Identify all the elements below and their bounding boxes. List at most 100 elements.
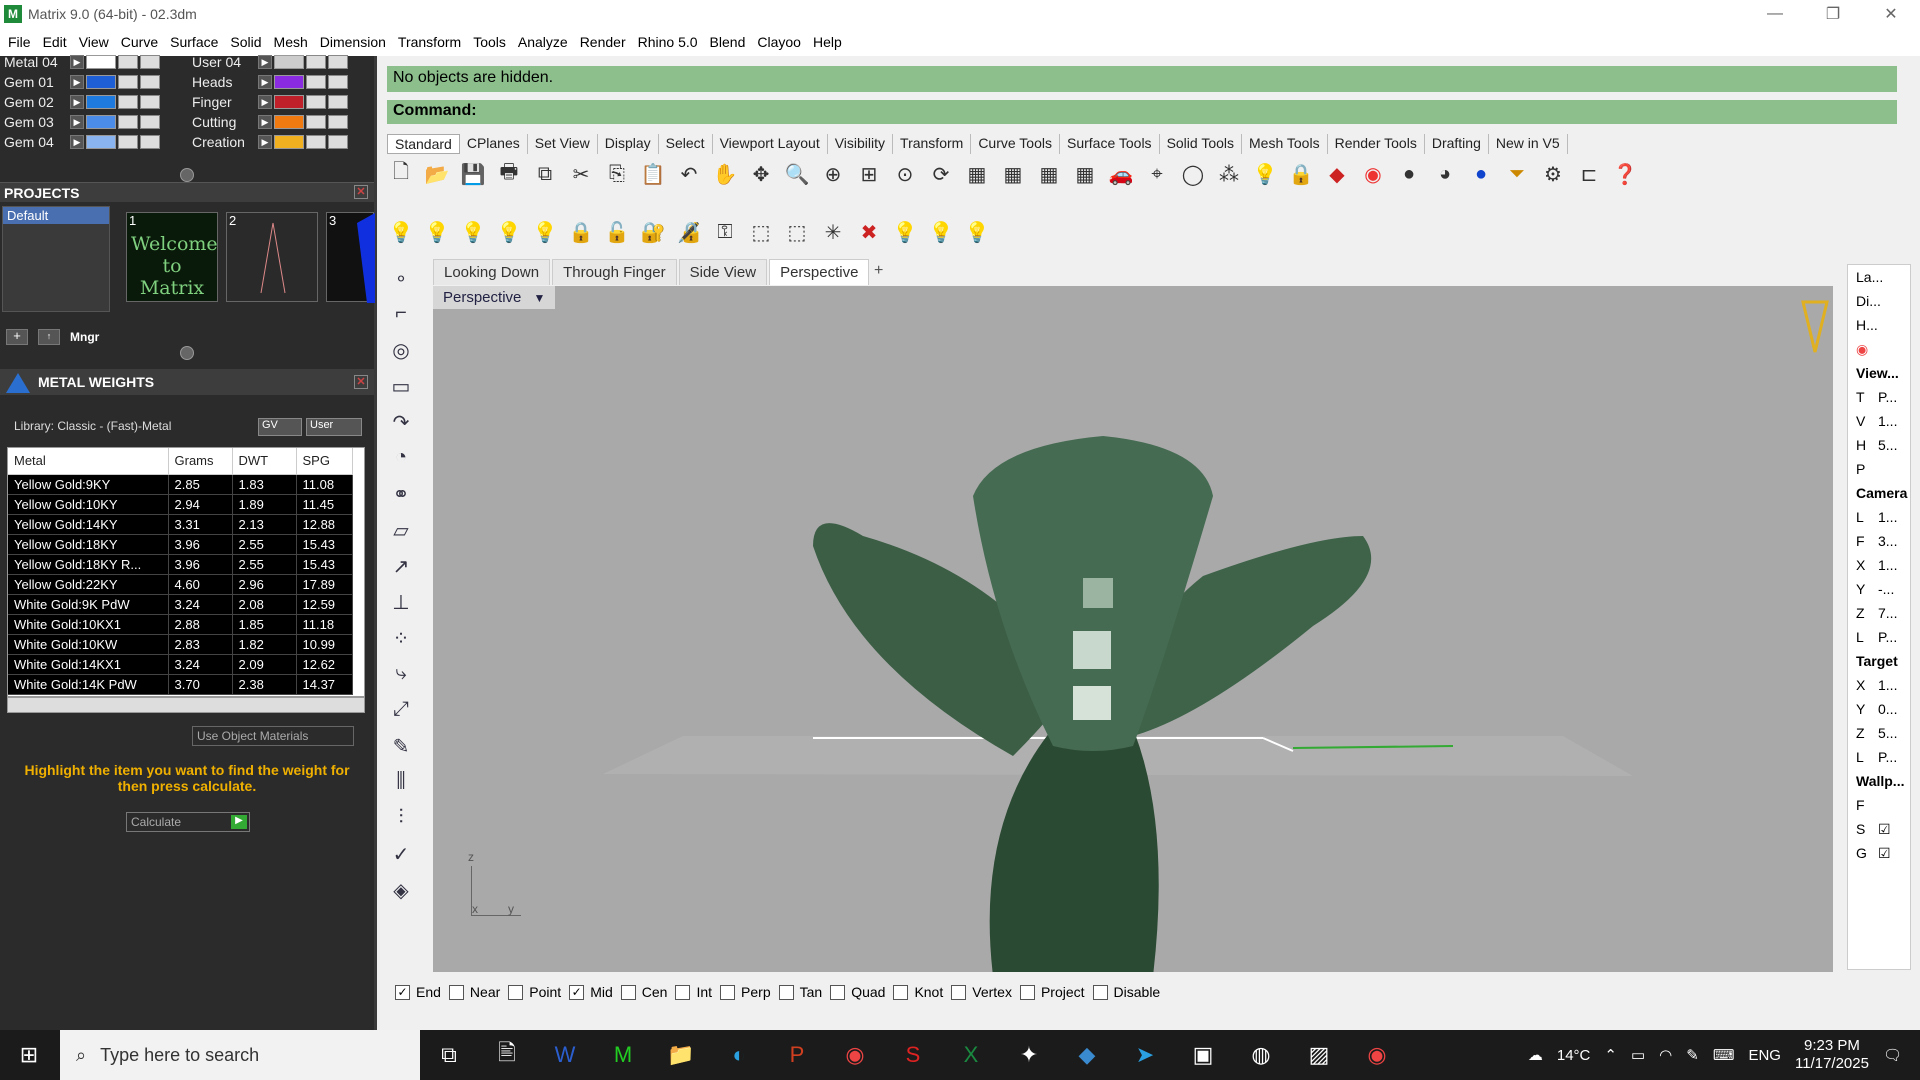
layer-color-swatch[interactable]	[274, 114, 304, 129]
table-cell[interactable]: 3.31	[168, 514, 233, 535]
print-icon[interactable]: 🖶	[495, 160, 523, 188]
menu-analyze[interactable]: Analyze	[512, 34, 574, 50]
osnap-checkbox[interactable]: ✓	[569, 984, 585, 1000]
upload-project-button[interactable]: ↑	[38, 329, 60, 345]
command-prompt[interactable]: Command:	[387, 100, 1897, 124]
layer-color-swatch[interactable]	[274, 74, 304, 89]
app-files-icon[interactable]: 🖹	[478, 1036, 536, 1074]
copy-doc-icon[interactable]: ⧉	[531, 160, 559, 188]
layer-lock-icon[interactable]	[306, 114, 326, 129]
table-cell[interactable]: 2.83	[168, 634, 233, 655]
chevron-up-icon[interactable]: ⌃	[1604, 1046, 1617, 1064]
menu-help[interactable]: Help	[807, 34, 848, 50]
table-row[interactable]: Yellow Gold:14KY 3.31 2.13 12.88	[8, 514, 353, 535]
table-cell[interactable]: 11.18	[296, 614, 353, 635]
osnap-checkbox[interactable]	[1092, 984, 1108, 1000]
layer-expand-icon[interactable]: ▶	[70, 134, 84, 149]
table-cell[interactable]: 17.89	[296, 574, 353, 595]
layer-color-swatch[interactable]	[274, 54, 304, 69]
add-viewport-icon[interactable]: +	[874, 262, 883, 280]
toolbar-tab[interactable]: New in V5	[1489, 134, 1568, 154]
project-thumb-3[interactable]: 3	[326, 212, 375, 303]
temperature[interactable]: 14°C	[1557, 1047, 1591, 1064]
menu-view[interactable]: View	[73, 34, 115, 50]
dimension-tool-icon[interactable]: ⊥	[392, 590, 409, 618]
prop-value[interactable]: ☑	[1878, 821, 1891, 838]
layer-row[interactable]: Gem 04 ▶	[4, 132, 162, 151]
toolbar-tab[interactable]: Mesh Tools	[1242, 134, 1328, 154]
app-globe-icon[interactable]: ◍	[1232, 1042, 1290, 1068]
table-cell[interactable]: 3.24	[168, 594, 233, 615]
table-cell[interactable]: 2.55	[232, 534, 297, 555]
table-cell[interactable]: 14.37	[296, 674, 353, 695]
clock[interactable]: 9:23 PM 11/17/2025	[1795, 1037, 1869, 1073]
prop-value[interactable]: P...	[1878, 749, 1897, 765]
layer-color-swatch[interactable]	[86, 94, 116, 109]
delete-hidden-icon[interactable]: ✖	[855, 218, 883, 246]
table-cell[interactable]: 1.89	[232, 494, 297, 515]
zoom-icon[interactable]: 🔍	[783, 160, 811, 188]
toolbar-tab[interactable]: Viewport Layout	[713, 134, 828, 154]
layer-name[interactable]: Cutting	[192, 114, 258, 130]
layer-visibility-icon[interactable]	[140, 134, 160, 149]
layer-name[interactable]: Gem 04	[4, 134, 70, 150]
menu-dimension[interactable]: Dimension	[314, 34, 392, 50]
viewport-tab[interactable]: Side View	[678, 259, 768, 285]
file-explorer-icon[interactable]: 📁	[652, 1042, 710, 1068]
layer-row[interactable]: Gem 03 ▶	[4, 112, 162, 131]
table-cell[interactable]: 11.45	[296, 494, 353, 515]
blue-sphere-icon[interactable]: ●	[1467, 160, 1495, 188]
projects-close-button[interactable]: ✕	[354, 185, 368, 199]
layer-expand-icon[interactable]: ▶	[70, 54, 84, 69]
paste-icon[interactable]: 📋	[639, 160, 667, 188]
prop-value[interactable]: 5...	[1878, 437, 1897, 453]
excel-icon[interactable]: X	[942, 1042, 1000, 1068]
calculate-button[interactable]: Calculate ▶	[126, 812, 250, 832]
select-icon[interactable]: ⌖	[1143, 160, 1171, 188]
table-cell[interactable]: Yellow Gold:18KY	[8, 534, 169, 555]
save-icon[interactable]: 💾	[459, 160, 487, 188]
layer-color-swatch[interactable]	[86, 114, 116, 129]
app-rhino-icon[interactable]: ◆	[1058, 1042, 1116, 1068]
viewport-layout-1-icon[interactable]: ▦	[963, 160, 991, 188]
manager-button[interactable]: Mngr	[70, 330, 99, 344]
menu-curve[interactable]: Curve	[115, 34, 164, 50]
project-thumb-2[interactable]: 2	[226, 212, 318, 302]
layer-expand-icon[interactable]: ▶	[258, 134, 272, 149]
layer-color-swatch[interactable]	[86, 134, 116, 149]
prop-value[interactable]: P...	[1878, 389, 1897, 405]
osnap-checkbox[interactable]	[830, 984, 846, 1000]
prop-value[interactable]: 3...	[1878, 533, 1897, 549]
viewport-layout-4-icon[interactable]: ▦	[1071, 160, 1099, 188]
layer-name[interactable]: Gem 03	[4, 114, 70, 130]
curve-tool-icon[interactable]: ↷	[393, 410, 410, 438]
table-cell[interactable]: 2.13	[232, 514, 297, 535]
menu-mesh[interactable]: Mesh	[268, 34, 314, 50]
move-icon[interactable]: ✥	[747, 160, 775, 188]
table-cell[interactable]: Yellow Gold:9KY	[8, 474, 169, 495]
table-cell[interactable]: 4.60	[168, 574, 233, 595]
render-tool-icon[interactable]: ◈	[393, 878, 408, 906]
panel-tab[interactable]: H...	[1856, 317, 1878, 333]
toolbar-tab[interactable]: Set View	[528, 134, 598, 154]
user-toggle[interactable]: User	[306, 418, 362, 436]
menu-surface[interactable]: Surface	[164, 34, 224, 50]
table-cell[interactable]: 1.85	[232, 614, 297, 635]
table-row[interactable]: White Gold:14KX1 3.24 2.09 12.62	[8, 654, 353, 675]
layer-lock-icon[interactable]	[306, 54, 326, 69]
array-tool-icon[interactable]: ⫼	[396, 770, 405, 798]
prop-value[interactable]: P...	[1878, 629, 1897, 645]
perspective-viewport[interactable]: Perspective ▼ z x y	[433, 286, 1833, 972]
app-window-icon[interactable]: ▣	[1174, 1042, 1232, 1068]
layer-color-swatch[interactable]	[86, 74, 116, 89]
table-cell[interactable]: 12.62	[296, 654, 353, 675]
table-cell[interactable]: Yellow Gold:10KY	[8, 494, 169, 515]
prop-value[interactable]: 7...	[1878, 605, 1897, 621]
prop-value[interactable]: 1...	[1878, 557, 1897, 573]
col-spg[interactable]: SPG	[296, 448, 353, 475]
table-row[interactable]: Yellow Gold:9KY 2.85 1.83 11.08	[8, 474, 353, 495]
osnap-checkbox[interactable]	[448, 984, 464, 1000]
table-cell[interactable]: Yellow Gold:18KY R...	[8, 554, 169, 575]
osnap-checkbox[interactable]	[893, 984, 909, 1000]
layer-visibility-icon[interactable]	[140, 114, 160, 129]
